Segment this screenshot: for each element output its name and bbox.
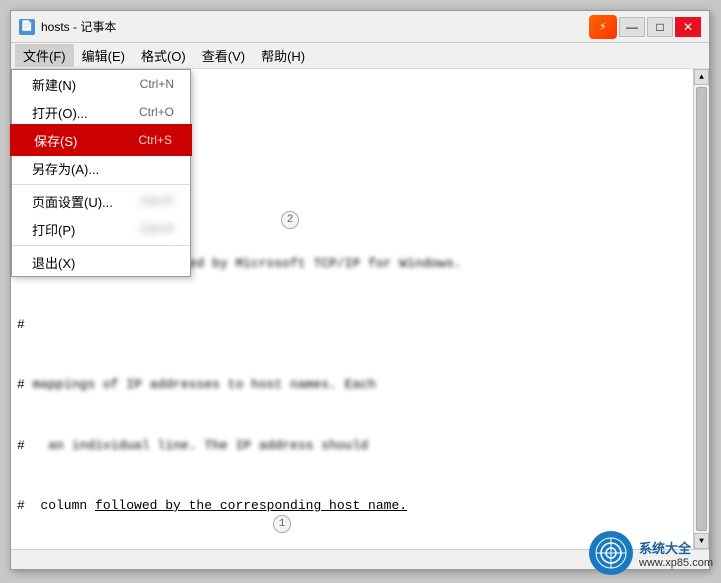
menu-format[interactable]: 格式(O) <box>133 44 194 67</box>
menu-separator <box>12 184 190 185</box>
line-4: # <box>17 315 687 335</box>
watermark: 系统大全 www.xp85.com <box>589 531 713 575</box>
menu-separator2 <box>12 245 190 246</box>
line-5: # mappings of IP addresses to host names… <box>17 375 687 395</box>
file-menu: 新建(N) Ctrl+N 打开(O)... Ctrl+O 保存(S) Ctrl+… <box>11 69 191 277</box>
app-icon: 📄 <box>19 19 35 35</box>
watermark-site-name: 系统大全 <box>639 538 713 557</box>
scroll-up-button[interactable]: ▲ <box>694 69 709 85</box>
window-title: hosts - 记事本 <box>41 18 116 35</box>
maximize-button[interactable]: □ <box>647 17 673 37</box>
corner-decoration: ⚡ <box>589 15 617 39</box>
menu-edit[interactable]: 编辑(E) <box>74 44 133 67</box>
scrollbar[interactable]: ▲ ▼ <box>693 69 709 549</box>
menu-item-exit[interactable]: 退出(X) <box>12 248 190 276</box>
title-bar-left: 📄 hosts - 记事本 <box>19 18 116 35</box>
notepad-window: 📄 hosts - 记事本 ⚡ — □ ✕ 文件(F) 编辑(E) 格式(O) … <box>10 10 710 570</box>
menu-help[interactable]: 帮助(H) <box>253 44 313 67</box>
title-controls: — □ ✕ <box>619 17 701 37</box>
menu-item-new[interactable]: 新建(N) Ctrl+N <box>12 70 190 98</box>
close-button[interactable]: ✕ <box>675 17 701 37</box>
file-dropdown: 新建(N) Ctrl+N 打开(O)... Ctrl+O 保存(S) Ctrl+… <box>11 69 191 277</box>
scroll-thumb[interactable] <box>696 87 707 531</box>
blurred-shortcut: Ctrl+P <box>140 194 174 208</box>
title-bar: 📄 hosts - 记事本 ⚡ — □ ✕ <box>11 11 709 43</box>
menu-item-print[interactable]: 打印(P) Ctrl+P <box>12 215 190 243</box>
watermark-logo <box>589 531 633 575</box>
menu-bar: 文件(F) 编辑(E) 格式(O) 查看(V) 帮助(H) 新建(N) Ctrl… <box>11 43 709 69</box>
menu-file[interactable]: 文件(F) <box>15 44 74 67</box>
annotation-1: 1 <box>273 515 291 533</box>
menu-item-pagesetup[interactable]: 页面设置(U)... Ctrl+P <box>12 187 190 215</box>
menu-item-save[interactable]: 保存(S) Ctrl+S <box>12 126 190 154</box>
menu-item-saveas[interactable]: 另存为(A)... <box>12 154 190 182</box>
line-6: # an individual line. The IP address sho… <box>17 436 687 456</box>
watermark-url: www.xp85.com <box>639 557 713 569</box>
watermark-text: 系统大全 www.xp85.com <box>639 538 713 569</box>
blurred-shortcut2: Ctrl+P <box>140 222 174 236</box>
line-7: # column followed by the corresponding h… <box>17 496 687 516</box>
menu-view[interactable]: 查看(V) <box>194 44 253 67</box>
menu-item-open[interactable]: 打开(O)... Ctrl+O <box>12 98 190 126</box>
annotation-2: 2 <box>281 211 299 229</box>
minimize-button[interactable]: — <box>619 17 645 37</box>
